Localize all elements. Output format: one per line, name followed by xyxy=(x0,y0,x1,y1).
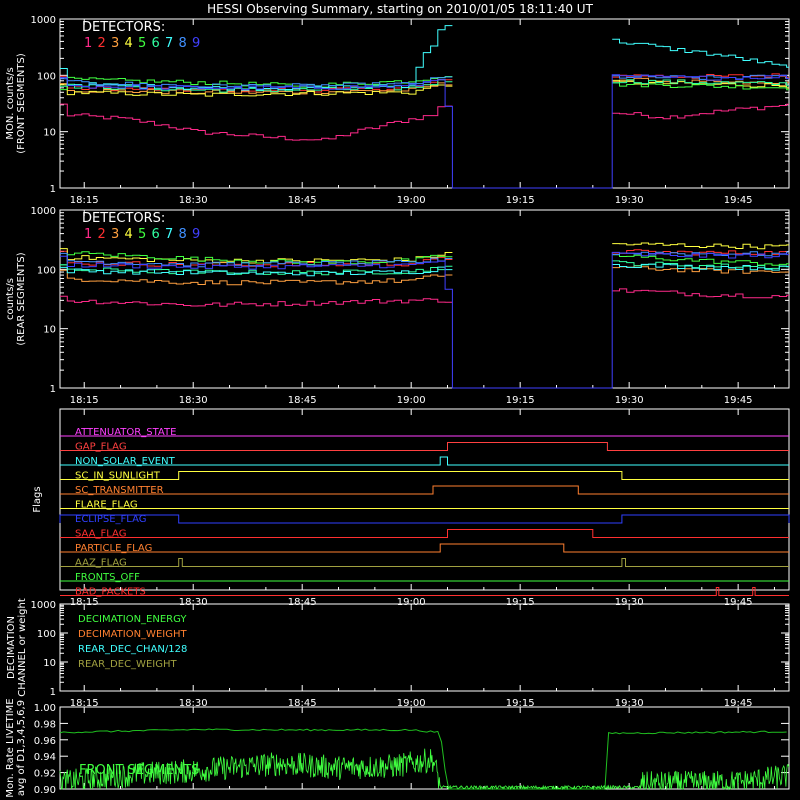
panel-3-ytick-label: 10 xyxy=(43,658,56,669)
panel-4-ylabel: Mon. Rate LIVETIME xyxy=(5,698,16,797)
flag-label-non-solar-event: NON_SOLAR_EVENT xyxy=(75,456,176,467)
panel-1-xtick-label: 18:15 xyxy=(70,395,99,406)
panel-4-ytick-label: 1.00 xyxy=(34,703,56,714)
panel-1-legend-item-4: 4 xyxy=(125,227,133,242)
panel-0-ylabel: MON. counts/s xyxy=(5,67,16,139)
flag-label-gap-flag: GAP_FLAG xyxy=(75,442,127,453)
panel-0-legend-item-2: 2 xyxy=(98,36,106,51)
panel-3-ytick-label: 1 xyxy=(50,687,56,698)
panel-0-xtick-label: 19:45 xyxy=(724,195,753,206)
panel-0-ytick-label: 10 xyxy=(43,128,56,139)
panel-2-ylabel: Flags xyxy=(32,486,43,512)
panel-0-legend-title: DETECTORS: xyxy=(82,20,165,35)
panel-0-ytick-label: 100 xyxy=(37,71,56,82)
flag-label-bad-packets: BAD_PACKETS xyxy=(75,587,146,598)
panel-1-legend-item-1: 1 xyxy=(84,227,92,242)
panel-4-ytick-label: 0.94 xyxy=(34,752,56,763)
panel-1-ytick-label: 1 xyxy=(50,384,56,395)
panel-0-ylabel2: (FRONT SEGMENTS) xyxy=(16,53,27,154)
panel-1-xtick-label: 19:00 xyxy=(397,395,426,406)
panel-0-legend-item-3: 3 xyxy=(111,36,119,51)
panel-1-xtick-label: 19:45 xyxy=(724,395,753,406)
figure-title: HESSI Observing Summary, starting on 201… xyxy=(207,2,593,16)
panel-1-legend-item-7: 7 xyxy=(165,227,173,242)
panel-4-ytick-label: 0.90 xyxy=(34,785,56,796)
flag-label-saa-flag: SAA_FLAG xyxy=(75,529,126,540)
panel-0-ytick-label: 1 xyxy=(50,184,56,195)
panel-1-legend-item-3: 3 xyxy=(111,227,119,242)
panel-3-ylabel2: CHANNEL or weight xyxy=(17,598,28,697)
flag-label-fronts-off: FRONTS_OFF xyxy=(75,572,140,583)
panel-0-xtick-label: 18:45 xyxy=(288,195,317,206)
panel-1-xtick-label: 19:15 xyxy=(506,395,535,406)
panel-0-xtick-label: 18:30 xyxy=(179,195,208,206)
panel-1-ytick-label: 100 xyxy=(37,265,56,276)
panel-1-ylabel2: (REAR SEGMENTS) xyxy=(16,252,27,345)
panel-3-ylabel: DECIMATION xyxy=(6,616,17,679)
flag-label-sc-in-sunlight: SC_IN_SUNLIGHT xyxy=(75,471,161,482)
panel-1-ylabel: counts/s xyxy=(5,278,16,320)
panel-1-xtick-label: 18:45 xyxy=(288,395,317,406)
panel-0-legend-item-4: 4 xyxy=(125,36,133,51)
flag-label-flare-flag: FLARE_FLAG xyxy=(75,500,138,511)
panel-0-ytick-label: 1000 xyxy=(31,15,56,26)
flag-label-particle-flag: PARTICLE_FLAG xyxy=(75,543,152,554)
panel-0-xtick-label: 19:15 xyxy=(506,195,535,206)
flag-label-sc-transmitter: SC_TRANSMITTER xyxy=(75,485,164,496)
panel-0-xtick-label: 19:30 xyxy=(615,195,644,206)
flag-label-attenuator-state: ATTENUATOR_STATE xyxy=(75,427,176,438)
panel-1-legend-item-8: 8 xyxy=(179,227,187,242)
panel-1-legend-item-5: 5 xyxy=(138,227,146,242)
panel-0-xtick-label: 19:00 xyxy=(397,195,426,206)
panel-4-ytick-label: 0.92 xyxy=(34,769,56,780)
panel-0-xtick-label: 18:15 xyxy=(70,195,99,206)
panel-4-ytick-label: 0.96 xyxy=(34,736,56,747)
decimation-legend-item: DECIMATION_ENERGY xyxy=(78,614,187,625)
panel-1-legend-title: DETECTORS: xyxy=(82,211,165,226)
flag-label-eclipse-flag: ECLIPSE_FLAG xyxy=(75,514,146,525)
panel-3-ytick-label: 100 xyxy=(37,629,56,640)
livetime-annotation: FRONT SEGMENTS xyxy=(79,763,199,778)
hessi-observing-summary-figure: HESSI Observing Summary, starting on 201… xyxy=(0,0,800,800)
panel-0-legend-item-9: 9 xyxy=(192,36,200,51)
panel-1-xtick-label: 19:30 xyxy=(615,395,644,406)
panel-4-ylabel2: avg of D1,3,4,5,6,9 xyxy=(16,700,27,796)
panel-0-legend-item-6: 6 xyxy=(152,36,160,51)
panel-0-legend-item-5: 5 xyxy=(138,36,146,51)
decimation-legend-item: DECIMATION_WEIGHT xyxy=(78,629,187,640)
panel-0-legend-item-7: 7 xyxy=(165,36,173,51)
flag-label-aaz-flag: AAZ_FLAG xyxy=(75,558,127,569)
decimation-legend-item: REAR_DEC_CHAN/128 xyxy=(78,644,187,655)
panel-1-legend-item-2: 2 xyxy=(98,227,106,242)
panel-1-ytick-label: 10 xyxy=(43,325,56,336)
decimation-legend-item: REAR_DEC_WEIGHT xyxy=(78,659,177,670)
panel-1-legend-item-9: 9 xyxy=(192,227,200,242)
panel-3-ytick-label: 1000 xyxy=(31,600,56,611)
panel-0-legend-item-8: 8 xyxy=(179,36,187,51)
panel-1-ytick-label: 1000 xyxy=(31,206,56,217)
panel-1-legend-item-6: 6 xyxy=(152,227,160,242)
panel-0-legend-item-1: 1 xyxy=(84,36,92,51)
panel-4-ytick-label: 0.98 xyxy=(34,719,56,730)
panel-1-xtick-label: 18:30 xyxy=(179,395,208,406)
